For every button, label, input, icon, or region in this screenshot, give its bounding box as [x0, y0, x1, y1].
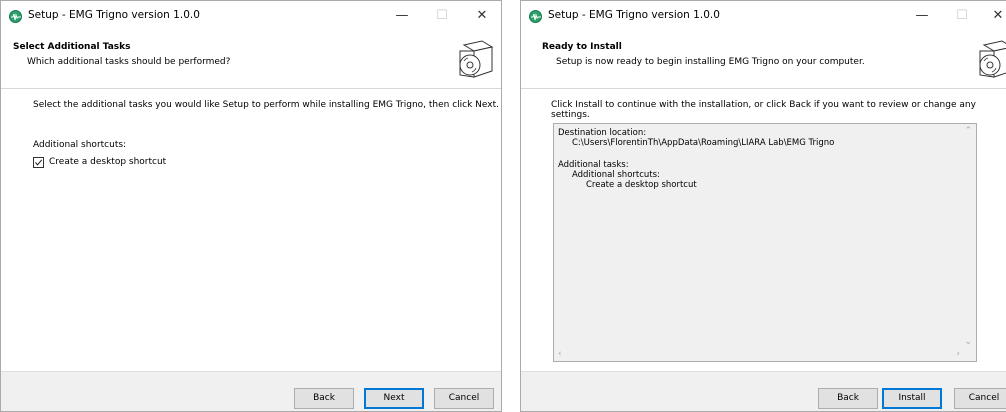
instructions-text: Select the additional tasks you would li…: [33, 100, 500, 110]
tasks-group: Additional shortcuts:: [572, 170, 660, 180]
page-title: Select Additional Tasks: [13, 42, 131, 52]
install-button[interactable]: Install: [882, 388, 942, 409]
maximize-icon: ☐: [436, 8, 448, 23]
close-icon[interactable]: ✕: [981, 1, 1006, 31]
minimize-icon[interactable]: —: [385, 1, 419, 31]
page-body: Select the additional tasks you would li…: [1, 89, 501, 371]
scroll-right-icon[interactable]: ›: [956, 349, 960, 359]
minimize-icon[interactable]: —: [905, 1, 939, 31]
ready-memo-box[interactable]: Destination location: C:\Users\Florentin…: [553, 123, 977, 362]
software-box-cd-icon: [459, 40, 494, 78]
page-header: Select Additional Tasks Which additional…: [1, 31, 501, 89]
maximize-icon: ☐: [956, 8, 968, 23]
scroll-up-icon[interactable]: ⌃: [964, 126, 972, 136]
page-title: Ready to Install: [542, 42, 622, 52]
page-subtitle: Setup is now ready to begin installing E…: [556, 57, 865, 67]
cancel-button[interactable]: Cancel: [434, 388, 494, 409]
close-icon[interactable]: ✕: [465, 1, 499, 31]
shortcuts-group-label: Additional shortcuts:: [33, 140, 127, 150]
desktop-shortcut-checkbox[interactable]: [33, 157, 44, 168]
setup-window-ready-to-install: Setup - EMG Trigno version 1.0.0 — ☐ ✕ R…: [520, 0, 1006, 412]
back-button[interactable]: Back: [818, 388, 878, 409]
title-bar[interactable]: Setup - EMG Trigno version 1.0.0 — ☐ ✕: [521, 1, 1006, 31]
cancel-button[interactable]: Cancel: [954, 388, 1006, 409]
scroll-left-icon[interactable]: ‹: [558, 349, 562, 359]
page-subtitle: Which additional tasks should be perform…: [27, 57, 231, 67]
tasks-item: Create a desktop shortcut: [586, 180, 697, 190]
scroll-down-icon[interactable]: ⌄: [964, 337, 972, 347]
page-header: Ready to Install Setup is now ready to b…: [521, 31, 1006, 89]
button-bar: Back Install Cancel: [521, 371, 1006, 411]
window-title: Setup - EMG Trigno version 1.0.0: [548, 9, 720, 21]
window-title: Setup - EMG Trigno version 1.0.0: [28, 9, 200, 21]
tasks-label: Additional tasks:: [558, 160, 629, 170]
destination-label: Destination location:: [558, 128, 647, 138]
back-button[interactable]: Back: [294, 388, 354, 409]
title-bar[interactable]: Setup - EMG Trigno version 1.0.0 — ☐ ✕: [1, 1, 501, 31]
button-bar: Back Next Cancel: [1, 371, 501, 411]
software-box-cd-icon: [979, 40, 1006, 78]
destination-path: C:\Users\FlorentinTh\AppData\Roaming\LIA…: [572, 138, 835, 148]
instructions-text: Click Install to continue with the insta…: [551, 100, 976, 120]
page-body: Click Install to continue with the insta…: [521, 89, 1006, 371]
next-button[interactable]: Next: [364, 388, 424, 409]
setup-window-select-tasks: Setup - EMG Trigno version 1.0.0 — ☐ ✕ S…: [0, 0, 502, 412]
desktop-shortcut-label[interactable]: Create a desktop shortcut: [49, 157, 166, 167]
emg-wave-icon: [9, 10, 22, 23]
emg-wave-icon: [529, 10, 542, 23]
